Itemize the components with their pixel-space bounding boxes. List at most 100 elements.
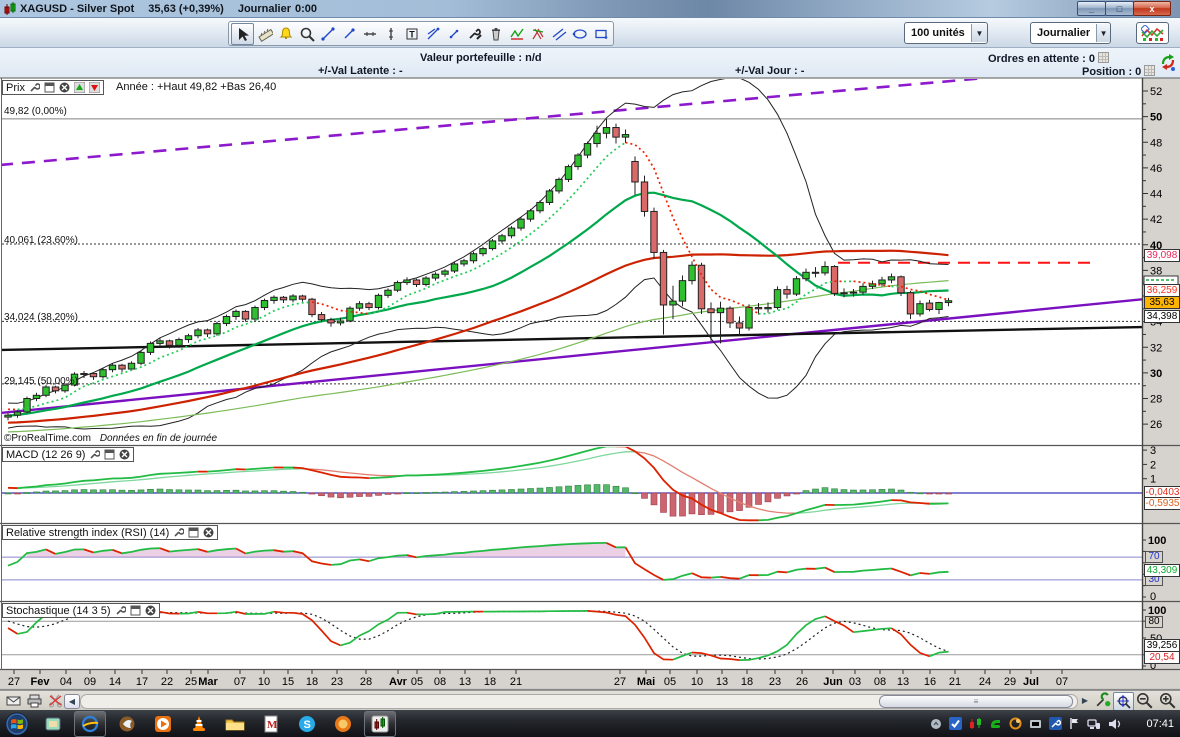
wrench-icon[interactable] xyxy=(173,527,184,538)
price-panel[interactable] xyxy=(0,78,1143,446)
scroll-right-button[interactable]: ▶ xyxy=(1078,694,1092,707)
taskbar-firefox[interactable] xyxy=(328,712,358,736)
refresh-sync-icon[interactable] xyxy=(1160,54,1176,72)
portfolio-value-label: Valeur portefeuille : n/d xyxy=(420,52,542,64)
pending-orders-label: Ordres en attente : 0 xyxy=(988,52,1109,65)
window-period: Journalier xyxy=(238,3,291,15)
windows-logo-icon xyxy=(5,712,29,736)
tray-app-icon[interactable] xyxy=(1029,717,1042,730)
tool-small-segment[interactable] xyxy=(443,24,464,44)
tool-pointer[interactable] xyxy=(231,23,254,45)
mail-icon[interactable] xyxy=(6,693,21,708)
tray-flag-icon[interactable] xyxy=(1069,717,1080,730)
date-axis-day: 21 xyxy=(510,676,522,688)
date-axis-day: 18 xyxy=(484,676,496,688)
tray-phone-icon[interactable] xyxy=(989,717,1002,730)
date-axis-day: 18 xyxy=(741,676,753,688)
taskbar-internet-explorer[interactable] xyxy=(74,711,106,737)
macd-panel[interactable] xyxy=(0,446,1143,524)
tool-trendline[interactable] xyxy=(317,24,338,44)
window-icon[interactable] xyxy=(130,605,141,616)
restore-button[interactable]: □ xyxy=(1105,1,1134,16)
chart-style-button[interactable] xyxy=(1136,22,1169,44)
taskbar-skype[interactable]: S xyxy=(292,712,322,736)
tool-rectangle[interactable] xyxy=(590,24,611,44)
tool-vertical-line[interactable] xyxy=(380,24,401,44)
taskbar-word-doc[interactable]: M xyxy=(256,712,286,736)
tool-cross-lines[interactable] xyxy=(422,24,443,44)
tool-parallel-lines[interactable] xyxy=(548,24,569,44)
stoch-level-box: 80 xyxy=(1145,616,1163,628)
tray-security-check-icon[interactable] xyxy=(949,717,962,730)
tray-hidden-icons[interactable] xyxy=(930,718,942,730)
taskbar-explorer-folder[interactable] xyxy=(220,712,250,736)
app-logo-icon xyxy=(4,2,18,15)
horizontal-scrollbar[interactable]: ≡ xyxy=(80,694,1078,709)
close-panel-icon[interactable] xyxy=(203,527,214,538)
zoom-fit-button[interactable] xyxy=(1113,692,1134,711)
rsi-title: Relative strength index (RSI) (14) xyxy=(6,527,169,539)
date-axis-day: 24 xyxy=(979,676,991,688)
tray-settings-icon[interactable] xyxy=(1049,717,1062,730)
svg-text:M: M xyxy=(267,719,278,731)
taskbar-media-player[interactable] xyxy=(148,712,178,736)
tray-volume-icon[interactable] xyxy=(1108,718,1122,730)
wrench-icon[interactable] xyxy=(29,82,40,93)
tool-ellipse[interactable] xyxy=(569,24,590,44)
prorealtime-window: XAGUSD - Silver Spot 35,63 (+0,39%) Jour… xyxy=(0,0,1180,737)
adjust-tool-icon[interactable] xyxy=(1094,692,1113,709)
tray-update-icon[interactable] xyxy=(1009,717,1022,730)
position-grid-icon[interactable] xyxy=(1144,65,1155,76)
wrench-icon[interactable] xyxy=(89,449,100,460)
scroll-left-button[interactable]: ◀ xyxy=(64,694,80,709)
print-icon[interactable] xyxy=(27,693,42,708)
tray-prt-candles-icon[interactable] xyxy=(969,717,982,730)
date-axis-day: 27 xyxy=(614,676,626,688)
zoom-in-button[interactable] xyxy=(1158,692,1177,709)
up-arrow-icon[interactable] xyxy=(74,82,85,93)
stoch-panel-header: Stochastique (14 3 5) xyxy=(2,603,160,618)
window-icon[interactable] xyxy=(188,527,199,538)
rsi-level-box: 70 xyxy=(1145,551,1163,563)
tool-segment[interactable] xyxy=(338,24,359,44)
price-axis-box: 34,398 xyxy=(1144,310,1180,323)
tool-ruler[interactable] xyxy=(254,24,275,44)
taskbar-thunderbird[interactable] xyxy=(112,712,142,736)
taskbar-vlc[interactable] xyxy=(184,712,214,736)
down-arrow-icon[interactable] xyxy=(89,82,100,93)
tray-network-icon[interactable] xyxy=(1087,718,1101,730)
tool-drawing-tools[interactable] xyxy=(464,24,485,44)
zoom-out-button[interactable] xyxy=(1135,692,1154,709)
macd-panel-header: MACD (12 26 9) xyxy=(2,447,134,462)
taskbar-clock[interactable]: 07:41 xyxy=(1146,710,1174,737)
close-panel-icon[interactable] xyxy=(59,82,70,93)
wrench-icon[interactable] xyxy=(115,605,126,616)
orders-grid-icon[interactable] xyxy=(1098,52,1109,63)
stoch-panel[interactable] xyxy=(0,602,1143,670)
tool-horizontal-ray[interactable] xyxy=(359,24,380,44)
taskbar-app-generic[interactable] xyxy=(38,712,68,736)
close-button[interactable]: x xyxy=(1133,1,1171,16)
title-bar[interactable]: XAGUSD - Silver Spot 35,63 (+0,39%) Jour… xyxy=(0,0,1180,18)
close-panel-icon[interactable] xyxy=(119,449,130,460)
tool-zigzag[interactable] xyxy=(506,24,527,44)
window-icon[interactable] xyxy=(44,82,55,93)
tool-alarm[interactable] xyxy=(275,24,296,44)
minimize-button[interactable]: _ xyxy=(1077,1,1106,16)
tool-text[interactable]: T xyxy=(401,24,422,44)
close-panel-icon[interactable] xyxy=(145,605,156,616)
date-axis-day: 05 xyxy=(664,676,676,688)
tool-trash[interactable] xyxy=(485,24,506,44)
units-dropdown[interactable]: 100 unités ▼ xyxy=(904,22,988,44)
start-button[interactable] xyxy=(2,712,32,736)
drawing-toolbar: T 100 unités ▼ Journalier ▼ xyxy=(0,18,1180,48)
window-icon[interactable] xyxy=(104,449,115,460)
chevron-down-icon: ▼ xyxy=(971,24,987,42)
tool-zoom[interactable] xyxy=(296,24,317,44)
system-tray xyxy=(930,710,1122,737)
tool-pitchfork[interactable] xyxy=(527,24,548,44)
taskbar-prorealtime[interactable] xyxy=(364,711,396,737)
scrollbar-thumb[interactable]: ≡ xyxy=(879,695,1073,708)
timeframe-dropdown[interactable]: Journalier ▼ xyxy=(1030,22,1111,44)
date-axis-day: 07 xyxy=(234,676,246,688)
